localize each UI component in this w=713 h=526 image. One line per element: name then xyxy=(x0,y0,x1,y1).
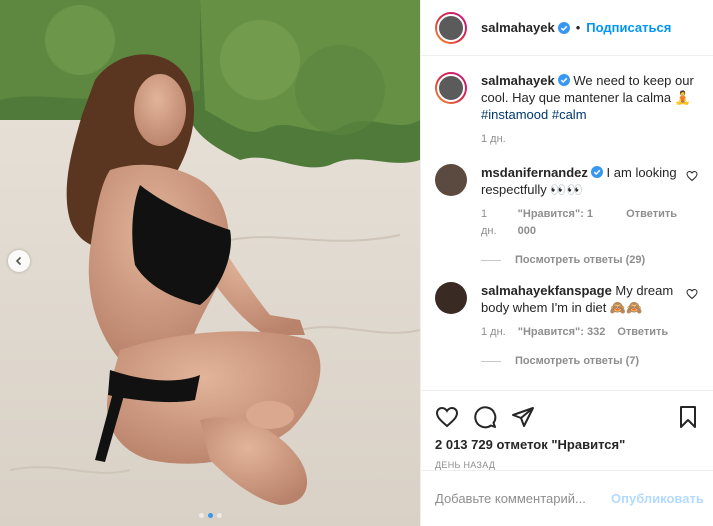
replies-divider xyxy=(481,360,501,362)
carousel-dot xyxy=(198,513,204,518)
caption-avatar[interactable] xyxy=(435,72,467,104)
carousel-dot-active xyxy=(207,513,213,518)
caption-age: 1 дн. xyxy=(481,133,506,145)
reply-button[interactable]: Ответить xyxy=(617,324,668,341)
commenter-username[interactable]: salmahayekfanspage xyxy=(481,283,612,298)
comment-meta: 1 дн. "Нравится": 1 000 Ответить xyxy=(481,206,677,240)
header-separator: • xyxy=(575,20,581,35)
post-header: salmahayek • Подписаться xyxy=(421,0,713,56)
heart-icon[interactable] xyxy=(435,405,459,429)
publish-comment-button[interactable]: Опубликовать xyxy=(611,491,704,506)
comment-text-block: salmahayekfanspage My dream body whem I'… xyxy=(481,282,677,341)
comment-likes-count[interactable]: "Нравится": 1 000 xyxy=(518,206,614,240)
comment-like-heart-icon[interactable] xyxy=(686,170,698,182)
caption-text-block: salmahayek We need to keep our cool. Hay… xyxy=(481,72,700,148)
post-photo xyxy=(0,0,420,526)
post-dialog: salmahayek • Подписаться salmahayek We n… xyxy=(0,0,713,526)
action-icons-row xyxy=(421,391,713,435)
commenter-avatar[interactable] xyxy=(435,164,467,196)
carousel-dot xyxy=(216,513,222,518)
post-side-panel: salmahayek • Подписаться salmahayek We n… xyxy=(420,0,713,526)
view-replies-label: Посмотреть ответы (29) xyxy=(515,254,646,266)
hashtag-link[interactable]: #calm xyxy=(552,107,587,122)
comment-like-heart-icon[interactable] xyxy=(686,288,698,300)
post-timestamp[interactable]: ДЕНЬ НАЗАД xyxy=(421,460,713,470)
follow-button[interactable]: Подписаться xyxy=(586,20,671,35)
comment-text-block: msdanifernandez I am looking respectfull… xyxy=(481,164,677,240)
post-actions: 2 013 729 отметок "Нравится" ДЕНЬ НАЗАД … xyxy=(421,390,713,526)
chevron-left-icon xyxy=(15,256,22,266)
paper-plane-icon[interactable] xyxy=(511,405,535,429)
verified-badge-icon xyxy=(590,166,603,178)
comment-age: 1 дн. xyxy=(481,326,506,338)
verified-badge-icon xyxy=(557,74,570,86)
comment-icon[interactable] xyxy=(473,405,497,429)
commenter-avatar[interactable] xyxy=(435,282,467,314)
caption-username[interactable]: salmahayek xyxy=(481,73,555,88)
hashtag-link[interactable]: #instamood xyxy=(481,107,548,122)
bookmark-icon[interactable] xyxy=(676,405,700,429)
verified-badge-icon xyxy=(557,21,570,34)
author-username[interactable]: salmahayek xyxy=(481,20,555,35)
comment-likes-count[interactable]: "Нравится": 332 xyxy=(518,324,606,341)
author-avatar[interactable] xyxy=(435,11,467,44)
view-replies-button[interactable]: Посмотреть ответы (29) xyxy=(481,254,700,266)
comment-input[interactable] xyxy=(435,491,611,506)
comment-age: 1 дн. xyxy=(481,208,497,237)
photo-image xyxy=(0,0,420,526)
comment-meta: 1 дн. "Нравится": 332 Ответить xyxy=(481,324,677,341)
comment-item: salmahayekfanspage My dream body whem I'… xyxy=(435,282,700,341)
add-comment-bar: Опубликовать xyxy=(421,470,713,526)
replies-divider xyxy=(481,259,501,261)
likes-count[interactable]: 2 013 729 отметок "Нравится" xyxy=(421,437,713,452)
caption: salmahayek We need to keep our cool. Hay… xyxy=(435,56,700,148)
carousel-indicator xyxy=(0,513,420,518)
view-replies-label: Посмотреть ответы (7) xyxy=(515,355,640,367)
comment-item: msdanifernandez I am looking respectfull… xyxy=(435,164,700,240)
commenter-username[interactable]: msdanifernandez xyxy=(481,165,588,180)
reply-button[interactable]: Ответить xyxy=(626,206,677,240)
view-replies-button[interactable]: Посмотреть ответы (7) xyxy=(481,355,700,367)
comments-list[interactable]: salmahayek We need to keep our cool. Hay… xyxy=(421,56,713,390)
previous-slide-button[interactable] xyxy=(8,250,30,272)
